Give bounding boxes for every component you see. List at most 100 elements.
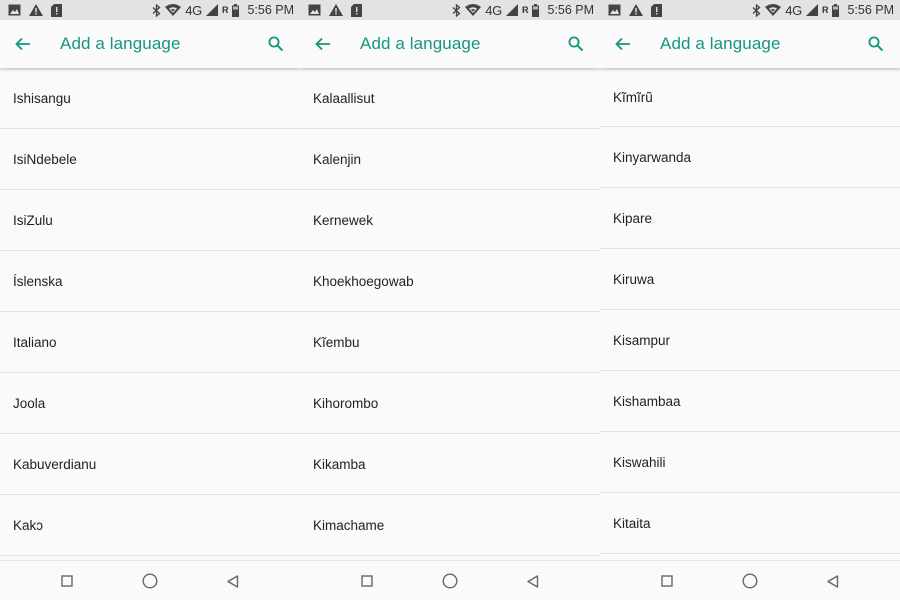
notification-icon [651,3,662,17]
battery-icon [532,3,540,17]
list-item[interactable]: Kakɔ [0,495,300,556]
square-icon [661,575,673,587]
page-title: Add a language [60,34,181,53]
roaming-indicator: R [521,5,529,15]
list-item[interactable]: Kiruwa [600,249,900,310]
list-item[interactable]: Kalenjin [300,129,600,190]
screen-1: 4G R 5:56 PM Add a language Ishisangu Is… [0,0,300,600]
battery-icon [232,3,240,17]
list-item[interactable]: Kisampur [600,310,900,371]
image-icon [608,3,621,17]
square-icon [61,575,73,587]
screens-container: 4G R 5:56 PM Add a language Ishisangu Is… [0,0,900,600]
roaming-indicator: R [221,5,229,15]
image-icon [308,3,321,17]
list-item[interactable]: Kĩembu [300,312,600,373]
list-item[interactable]: Kĩmĩrũ [600,68,900,127]
back-nav-button[interactable] [513,561,553,600]
list-item[interactable]: Italiano [0,312,300,373]
screen-2: 4G R 5:56 PM Add a language Kalaallisut [300,0,600,600]
list-item[interactable]: Kernewek [300,190,600,251]
list-item[interactable]: IsiNdebele [0,129,300,190]
search-icon [268,36,284,52]
circle-icon [142,573,158,589]
triangle-back-icon [227,574,239,588]
list-item[interactable]: Joola [0,373,300,434]
list-item[interactable]: Kinyarwanda [600,127,900,188]
status-bar: 4G R 5:56 PM [600,0,900,20]
search-icon [868,36,884,52]
wifi-icon [165,3,182,17]
arrow-back-icon [15,37,30,51]
battery-icon [832,3,840,17]
search-button[interactable] [858,20,894,68]
list-item[interactable]: Kalaallisut [300,68,600,129]
warning-icon [329,3,343,17]
back-button[interactable] [300,20,346,68]
page-title: Add a language [660,34,781,53]
roaming-indicator: R [821,5,829,15]
wifi-icon [465,3,482,17]
home-button[interactable] [430,561,470,600]
back-nav-button[interactable] [213,561,253,600]
app-bar: Add a language [600,20,900,68]
home-button[interactable] [130,561,170,600]
network-type: 4G [785,2,802,18]
list-item[interactable]: IsiZulu [0,190,300,251]
image-icon [8,3,21,17]
list-item[interactable]: Íslenska [0,251,300,312]
status-bar: 4G R 5:56 PM [300,0,600,20]
warning-icon [629,3,643,17]
notification-icon [351,3,362,17]
app-bar: Add a language [0,20,300,68]
search-button[interactable] [258,20,294,68]
bluetooth-icon [152,3,161,17]
status-bar: 4G R 5:56 PM [0,0,300,20]
language-list: Kĩmĩrũ Kinyarwanda Kipare Kiruwa Kisampu… [600,68,900,554]
search-icon [568,36,584,52]
recents-button[interactable] [47,561,87,600]
list-item[interactable]: Kiswahili [600,432,900,493]
nav-bar [0,560,300,600]
recents-button[interactable] [347,561,387,600]
bluetooth-icon [452,3,461,17]
language-list: Ishisangu IsiNdebele IsiZulu Íslenska It… [0,68,300,556]
page-title: Add a language [360,34,481,53]
notification-icon [51,3,62,17]
square-icon [361,575,373,587]
signal-icon [505,3,518,17]
recents-button[interactable] [647,561,687,600]
list-item[interactable]: Ishisangu [0,68,300,129]
language-list: Kalaallisut Kalenjin Kernewek Khoekhoego… [300,68,600,556]
list-item[interactable]: Kabuverdianu [0,434,300,495]
network-type: 4G [185,2,202,18]
nav-bar [600,560,900,600]
status-time: 5:56 PM [247,3,294,17]
list-item[interactable]: Kikamba [300,434,600,495]
screen-3: 4G R 5:56 PM Add a language Kĩmĩrũ Kinya… [600,0,900,600]
nav-bar [300,560,600,600]
back-button[interactable] [0,20,46,68]
list-item[interactable]: Kitaita [600,493,900,554]
triangle-back-icon [527,574,539,588]
circle-icon [742,573,758,589]
list-item[interactable]: Kimachame [300,495,600,556]
signal-icon [805,3,818,17]
triangle-back-icon [827,574,839,588]
arrow-back-icon [615,37,630,51]
list-item[interactable]: Khoekhoegowab [300,251,600,312]
home-button[interactable] [730,561,770,600]
back-button[interactable] [600,20,646,68]
wifi-icon [765,3,782,17]
bluetooth-icon [752,3,761,17]
warning-icon [29,3,43,17]
search-button[interactable] [558,20,594,68]
list-item[interactable]: Kishambaa [600,371,900,432]
list-item[interactable]: Kipare [600,188,900,249]
status-time: 5:56 PM [547,3,594,17]
app-bar: Add a language [300,20,600,68]
list-item[interactable]: Kihorombo [300,373,600,434]
arrow-back-icon [315,37,330,51]
back-nav-button[interactable] [813,561,853,600]
circle-icon [442,573,458,589]
